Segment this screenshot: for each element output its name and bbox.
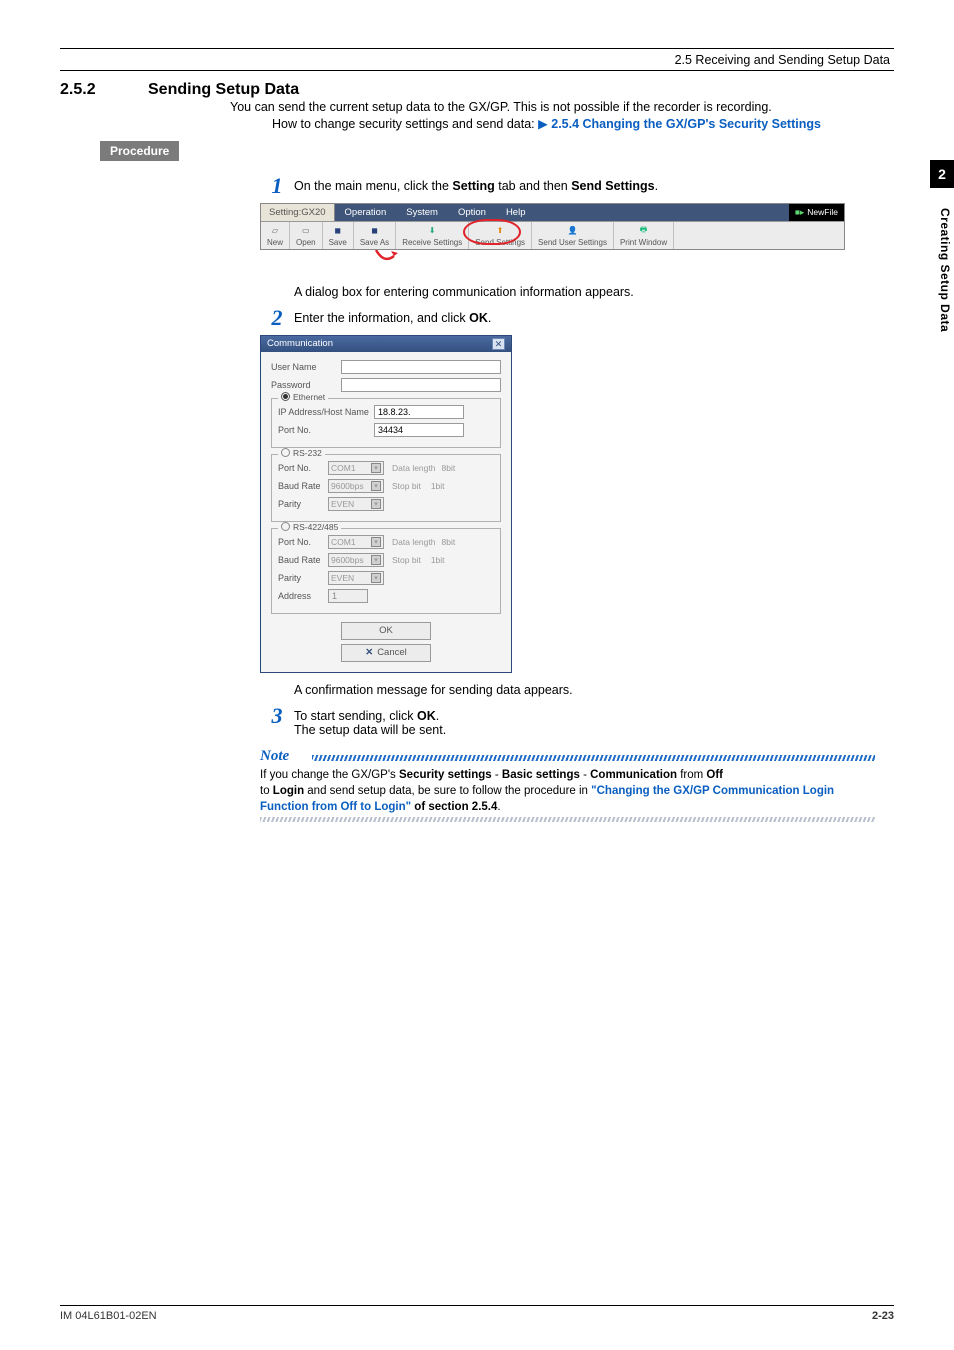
- menu-system[interactable]: System: [396, 204, 448, 221]
- username-label: User Name: [271, 362, 341, 372]
- rs485-baud-select[interactable]: 9600bps▾: [328, 553, 384, 567]
- floppy-plus-icon: ◼: [371, 224, 378, 238]
- file-icon: ▱: [272, 224, 278, 238]
- rs232-baud-select[interactable]: 9600bps▾: [328, 479, 384, 493]
- step-number: 3: [260, 705, 294, 727]
- open-button[interactable]: ▭Open: [290, 222, 323, 249]
- rs485-stopbit-label: Stop bit: [392, 555, 421, 565]
- menu-operation[interactable]: Operation: [335, 204, 397, 221]
- cancel-icon: ✕: [365, 647, 373, 658]
- tab-setting[interactable]: Setting:GX20: [261, 204, 335, 221]
- password-label: Password: [271, 380, 341, 390]
- step-text: To start sending, click OK. The setup da…: [294, 705, 920, 737]
- ip-label: IP Address/Host Name: [278, 407, 374, 417]
- step-number: 2: [260, 307, 294, 329]
- rs232-parity-select[interactable]: EVEN▾: [328, 497, 384, 511]
- print-window-button[interactable]: 🖶Print Window: [614, 222, 674, 249]
- rs232-port-label: Port No.: [278, 463, 328, 473]
- rs485-address-label: Address: [278, 591, 328, 601]
- rs485-datalen-value: 8bit: [441, 537, 455, 547]
- note-bottom-rule: [260, 817, 875, 822]
- port-label: Port No.: [278, 425, 374, 435]
- user-upload-icon: 👤: [568, 224, 578, 238]
- footer-page: 2-23: [872, 1310, 894, 1322]
- rs232-datalen-label: Data length: [392, 463, 435, 473]
- intro-paragraph: You can send the current setup data to t…: [230, 99, 890, 116]
- cancel-button[interactable]: ✕Cancel: [341, 644, 431, 662]
- note-label: Note: [260, 748, 289, 765]
- rs232-parity-label: Parity: [278, 499, 328, 509]
- upload-icon: ⬆: [497, 224, 504, 238]
- menu-option[interactable]: Option: [448, 204, 496, 221]
- step2-result: A confirmation message for sending data …: [294, 683, 894, 697]
- folder-open-icon: ▭: [302, 224, 310, 238]
- chevron-down-icon: ▾: [371, 463, 381, 473]
- dialog-title: Communication: [267, 338, 333, 349]
- rs232-port-select[interactable]: COM1▾: [328, 461, 384, 475]
- chevron-down-icon: ▾: [371, 537, 381, 547]
- rs485-datalen-label: Data length: [392, 537, 435, 547]
- rs485-radio[interactable]: [281, 522, 290, 531]
- rs485-address-field[interactable]: [328, 589, 368, 603]
- section-number: 2.5.2: [60, 81, 148, 99]
- rs485-parity-label: Parity: [278, 573, 328, 583]
- rs485-port-select[interactable]: COM1▾: [328, 535, 384, 549]
- security-settings-link[interactable]: 2.5.4 Changing the GX/GP's Security Sett…: [551, 117, 821, 131]
- rs232-stopbit-label: Stop bit: [392, 481, 421, 491]
- save-as-button[interactable]: ◼Save As: [354, 222, 396, 249]
- chevron-down-icon: ▾: [371, 555, 381, 565]
- printer-icon: 🖶: [640, 224, 648, 238]
- rs485-parity-select[interactable]: EVEN▾: [328, 571, 384, 585]
- note-stripe-decoration: [312, 755, 875, 761]
- step1-result: A dialog box for entering communication …: [294, 285, 894, 299]
- rs232-radio[interactable]: [281, 448, 290, 457]
- ip-field[interactable]: [374, 405, 464, 419]
- play-icon: ▶: [538, 117, 548, 131]
- download-icon: ⬇: [429, 224, 436, 238]
- how-prefix: How to change security settings and send…: [272, 117, 538, 131]
- chevron-down-icon: ▾: [371, 499, 381, 509]
- ok-button[interactable]: OK: [341, 622, 431, 640]
- chevron-down-icon: ▾: [371, 481, 381, 491]
- rs232-stopbit-value: 1bit: [431, 481, 445, 491]
- step-text: Enter the information, and click OK.: [294, 307, 920, 325]
- new-button[interactable]: ▱New: [261, 222, 290, 249]
- rs485-stopbit-value: 1bit: [431, 555, 445, 565]
- close-icon[interactable]: ✕: [492, 338, 505, 350]
- save-button[interactable]: ◼Save: [323, 222, 354, 249]
- callout-arrow-icon: [372, 250, 894, 271]
- breadcrumb: 2.5 Receiving and Sending Setup Data: [60, 53, 894, 67]
- app-toolbar-screenshot: Setting:GX20 Operation System Option Hel…: [260, 203, 845, 250]
- rs232-datalen-value: 8bit: [441, 463, 455, 473]
- chapter-tab: 2: [930, 160, 954, 188]
- password-field[interactable]: [341, 378, 501, 392]
- step-number: 1: [260, 175, 294, 197]
- send-user-settings-button[interactable]: 👤Send User Settings: [532, 222, 614, 249]
- rs232-baud-label: Baud Rate: [278, 481, 328, 491]
- footer-docid: IM 04L61B01-02EN: [60, 1310, 157, 1322]
- chevron-down-icon: ▾: [371, 573, 381, 583]
- send-settings-button[interactable]: ⬆Send Settings: [469, 222, 532, 249]
- step-text: On the main menu, click the Setting tab …: [294, 175, 920, 193]
- note-body: If you change the GX/GP's Security setti…: [260, 765, 875, 817]
- rs485-baud-label: Baud Rate: [278, 555, 328, 565]
- section-title: Sending Setup Data: [148, 81, 299, 99]
- rs485-port-label: Port No.: [278, 537, 328, 547]
- port-field[interactable]: [374, 423, 464, 437]
- floppy-icon: ◼: [334, 224, 341, 238]
- titlebar-filename: ■▸NewFile: [789, 204, 844, 221]
- procedure-label: Procedure: [100, 141, 179, 161]
- ethernet-radio[interactable]: [281, 392, 290, 401]
- chapter-name: Creating Setup Data: [938, 208, 952, 332]
- menu-help[interactable]: Help: [496, 204, 536, 221]
- receive-settings-button[interactable]: ⬇Receive Settings: [396, 222, 469, 249]
- communication-dialog: Communication✕ User Name Password Ethern…: [260, 335, 512, 673]
- username-field[interactable]: [341, 360, 501, 374]
